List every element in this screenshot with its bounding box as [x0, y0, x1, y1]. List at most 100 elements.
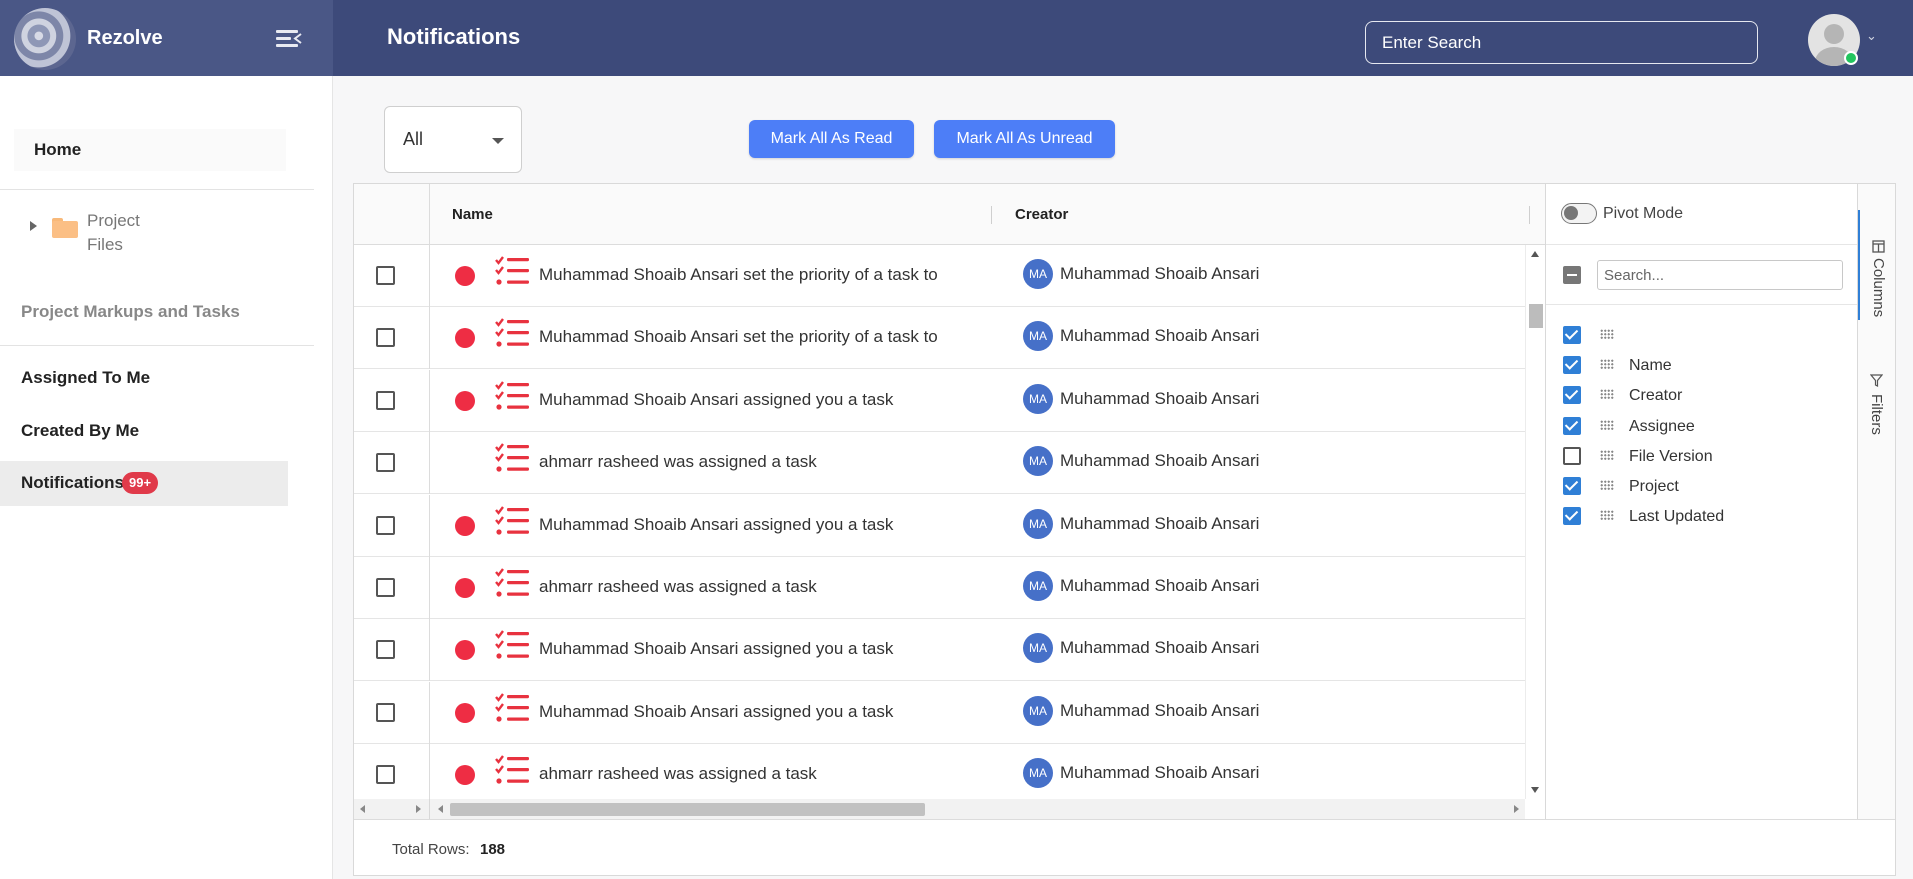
tab-columns-label: Columns [1870, 258, 1887, 318]
creator-name: Muhammad Shoaib Ansari [1060, 638, 1260, 658]
notification-name: Muhammad Shoaib Ansari set the priority … [539, 327, 938, 347]
sidebar-item-created[interactable]: Created By Me [21, 421, 139, 441]
brand-name: Rezolve [87, 27, 163, 49]
vertical-scrollbar[interactable] [1525, 245, 1545, 799]
tree-item-project-files[interactable]: Project Files [30, 209, 230, 259]
column-checkbox[interactable] [1563, 386, 1581, 405]
notification-name: Muhammad Shoaib Ansari set the priority … [539, 265, 938, 284]
scroll-thumb[interactable] [1529, 304, 1543, 328]
column-resize-handle[interactable] [1529, 206, 1530, 224]
horizontal-scrollbar[interactable] [354, 799, 1525, 819]
table-row[interactable]: Muhammad Shoaib Ansari assigned you a ta… [354, 681, 1525, 744]
table-row[interactable]: Muhammad Shoaib Ansari assigned you a ta… [354, 494, 1525, 557]
mark-all-unread-button[interactable]: Mark All As Unread [934, 120, 1115, 158]
creator-avatar: MA [1023, 633, 1053, 664]
page-title: Notifications [387, 24, 521, 49]
pivot-mode-toggle[interactable] [1561, 203, 1597, 224]
task-list-icon [494, 317, 530, 349]
column-toggle-item[interactable] [1546, 320, 1858, 350]
drag-handle-icon[interactable] [1600, 359, 1614, 371]
scroll-down-icon[interactable] [1531, 787, 1539, 793]
column-toggle-item[interactable]: Assignee [1546, 411, 1858, 441]
creator-name: Muhammad Shoaib Ansari [1060, 513, 1260, 533]
table-row[interactable]: ahmarr rasheed was assigned a task MA Muha… [354, 744, 1525, 799]
table-row[interactable]: Muhammad Shoaib Ansari set the priority … [354, 245, 1525, 307]
unread-dot-icon [455, 578, 475, 598]
drag-handle-icon[interactable] [1600, 449, 1614, 461]
notification-name: Muhammad Shoaib Ansari assigned you a ta… [539, 639, 894, 659]
total-rows-label: Total Rows: [392, 841, 470, 858]
row-checkbox[interactable] [376, 515, 395, 535]
sidebar-item-notifications[interactable]: Notifications 99+ [0, 461, 288, 506]
drag-handle-icon[interactable] [1600, 419, 1614, 431]
column-checkbox[interactable] [1563, 326, 1581, 344]
divider [1546, 304, 1858, 305]
scroll-left-icon[interactable] [360, 805, 365, 813]
column-search-input[interactable] [1597, 260, 1843, 290]
notification-name: ahmarr rasheed was assigned a task [539, 577, 817, 596]
row-checkbox[interactable] [376, 390, 395, 410]
scroll-right-icon[interactable] [416, 805, 421, 813]
scroll-up-icon[interactable] [1531, 251, 1539, 257]
select-all-columns-checkbox[interactable] [1563, 266, 1581, 284]
column-checkbox[interactable] [1563, 356, 1581, 375]
grid-header: Name Creator [354, 184, 1545, 245]
column-toggle-item[interactable]: Name [1546, 350, 1858, 380]
row-checkbox[interactable] [376, 702, 395, 722]
row-checkbox[interactable] [376, 453, 395, 473]
notification-name: ahmarr rasheed was assigned a task [539, 764, 817, 784]
table-row[interactable]: ahmarr rasheed was assigned a task MA Muha… [354, 432, 1525, 495]
row-checkbox[interactable] [376, 765, 395, 785]
creator-name: Muhammad Shoaib Ansari [1060, 264, 1260, 283]
menu-collapse-icon[interactable] [276, 27, 302, 49]
sidebar: Home Project Files Project Markups and T… [0, 76, 333, 879]
tab-filters[interactable]: Filters [1858, 374, 1896, 454]
row-checkbox[interactable] [376, 640, 395, 660]
selection-cell [354, 432, 430, 495]
scroll-right-icon[interactable] [1514, 805, 1519, 813]
drag-handle-icon[interactable] [1600, 480, 1614, 491]
creator-avatar: MA [1023, 758, 1053, 789]
scroll-thumb[interactable] [450, 803, 925, 816]
column-header-creator[interactable]: Creator [1015, 206, 1068, 223]
filter-icon [1870, 374, 1883, 387]
sidebar-item-home[interactable]: Home [14, 129, 286, 171]
drag-handle-icon[interactable] [1600, 510, 1614, 522]
creator-name: Muhammad Shoaib Ansari [1060, 700, 1260, 720]
column-toggle-item[interactable]: Creator [1546, 380, 1858, 410]
row-checkbox[interactable] [376, 328, 395, 348]
row-checkbox[interactable] [376, 266, 395, 285]
column-checkbox[interactable] [1563, 477, 1581, 495]
creator-avatar: MA [1023, 259, 1053, 289]
table-row[interactable]: Muhammad Shoaib Ansari assigned you a ta… [354, 369, 1525, 432]
column-checkbox[interactable] [1563, 446, 1581, 465]
drag-handle-icon[interactable] [1600, 329, 1614, 340]
caret-right-icon[interactable] [30, 221, 37, 231]
table-row[interactable]: Muhammad Shoaib Ansari assigned you a ta… [354, 619, 1525, 682]
column-label: File Version [1629, 447, 1713, 465]
grid-footer: Total Rows: 188 [354, 819, 1895, 875]
notification-name: Muhammad Shoaib Ansari assigned you a ta… [539, 514, 894, 534]
drag-handle-icon[interactable] [1600, 389, 1614, 401]
column-header-name[interactable]: Name [452, 206, 493, 223]
table-row[interactable]: Muhammad Shoaib Ansari set the priority … [354, 307, 1525, 370]
column-toggle-item[interactable]: Project [1546, 471, 1858, 501]
column-toggle-item[interactable]: File Version [1546, 441, 1858, 471]
search-input[interactable] [1365, 21, 1758, 64]
scroll-left-icon[interactable] [438, 805, 443, 813]
tab-columns[interactable]: Columns [1858, 210, 1896, 320]
mark-all-read-button[interactable]: Mark All As Read [749, 120, 914, 158]
column-checkbox[interactable] [1563, 507, 1581, 526]
row-checkbox[interactable] [376, 578, 395, 597]
pinned-scroll-area[interactable] [354, 799, 430, 819]
column-toggle-item[interactable]: Last Updated [1546, 501, 1858, 531]
column-checkbox[interactable] [1563, 416, 1581, 435]
notification-filter-select[interactable]: All [384, 106, 522, 173]
column-resize-handle[interactable] [991, 206, 992, 224]
chevron-down-icon[interactable]: ⌄ [1866, 28, 1877, 44]
table-row[interactable]: ahmarr rasheed was assigned a task MA Muha… [354, 557, 1525, 619]
section-heading: Project Markups and Tasks [21, 302, 240, 321]
divider [0, 345, 314, 346]
sidebar-item-label: Notifications [21, 473, 124, 492]
sidebar-item-assigned[interactable]: Assigned To Me [21, 368, 150, 388]
